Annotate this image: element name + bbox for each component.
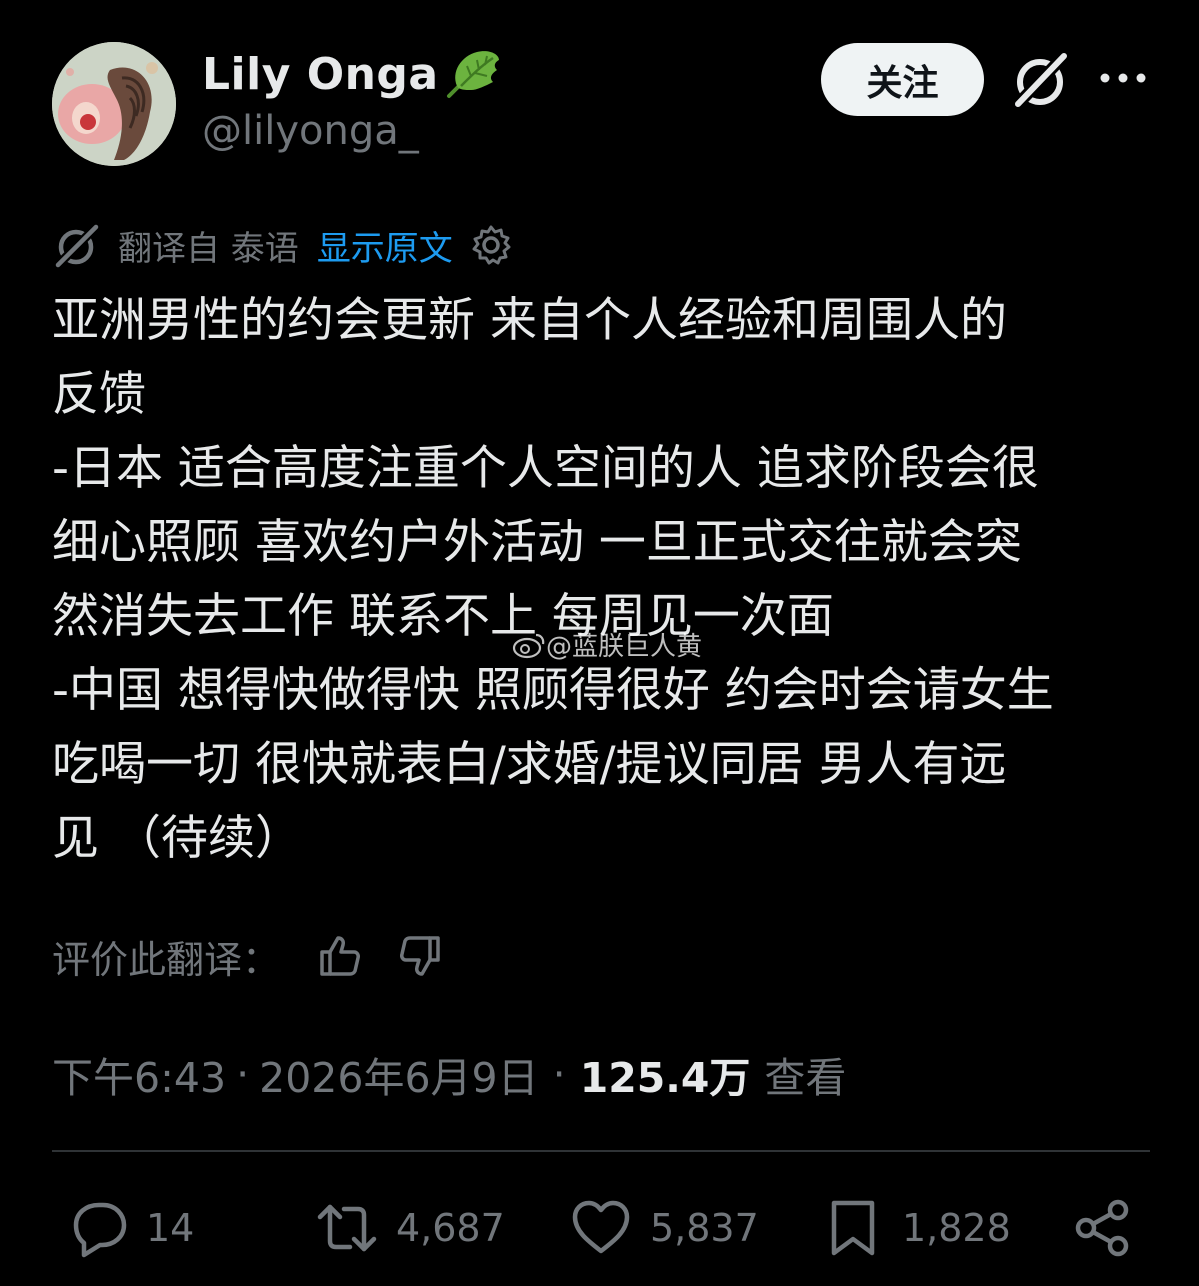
meta-separator: · <box>236 1050 250 1098</box>
gear-icon[interactable] <box>469 223 513 267</box>
display-name[interactable]: Lily Onga <box>202 49 439 100</box>
user-handle[interactable]: @lilyonga_ <box>202 108 419 154</box>
leaf-icon <box>446 51 499 98</box>
tweet-text: 亚洲男性的约会更新 来自个人经验和周围人的 反馈 -日本 适合高度注重个人空间的… <box>52 293 1054 866</box>
reply-button[interactable]: 14 <box>66 1190 194 1266</box>
thumbs-down-icon[interactable] <box>396 932 444 980</box>
grok-translate-icon <box>52 223 100 269</box>
name-row: Lily Onga <box>202 44 503 104</box>
watermark: @蓝朕巨人黄 <box>512 626 702 663</box>
heart-icon <box>572 1200 630 1254</box>
reply-count: 14 <box>146 1206 195 1250</box>
like-button[interactable]: 5,837 <box>570 1190 759 1266</box>
watermark-text: @蓝朕巨人黄 <box>546 632 703 662</box>
meta-separator: · <box>552 1050 566 1098</box>
thumbs-up-icon[interactable] <box>316 932 364 980</box>
share-button[interactable] <box>1072 1190 1134 1266</box>
action-bar: 14 4,687 5,837 1,828 <box>0 1190 1199 1266</box>
repost-icon <box>317 1204 377 1252</box>
post-date[interactable]: 2026年6月9日 <box>259 1044 539 1104</box>
tweet-meta: 下午6:43 · 2026年6月9日 · 125.4万 查看 <box>52 1044 846 1104</box>
reply-icon <box>73 1202 127 1258</box>
repost-button[interactable]: 4,687 <box>316 1190 505 1266</box>
grok-icon[interactable] <box>1008 48 1072 112</box>
divider <box>52 1150 1150 1152</box>
avatar[interactable] <box>52 42 176 166</box>
share-icon <box>1075 1199 1129 1257</box>
translated-from-label: 翻译自 泰语 <box>118 228 299 269</box>
like-count: 5,837 <box>650 1206 759 1250</box>
views-count[interactable]: 125.4万 <box>580 1044 751 1104</box>
post-time[interactable]: 下午6:43 <box>52 1044 226 1104</box>
bookmark-icon <box>831 1200 875 1256</box>
rate-translation: 评价此翻译： <box>52 928 444 984</box>
bookmark-button[interactable]: 1,828 <box>822 1190 1011 1266</box>
translation-bar: 翻译自 泰语 显示原文 <box>52 218 513 272</box>
bookmark-count: 1,828 <box>902 1206 1011 1250</box>
rate-translation-label: 评价此翻译： <box>52 937 281 982</box>
show-original-link[interactable]: 显示原文 <box>317 221 453 270</box>
follow-button[interactable]: 关注 <box>821 43 984 116</box>
tweet-header: Lily Onga @lilyonga_ 关注 <box>0 0 1199 190</box>
views-label: 查看 <box>764 1054 847 1102</box>
more-options-icon[interactable] <box>1098 68 1148 88</box>
repost-count: 4,687 <box>396 1206 505 1250</box>
weibo-icon <box>512 633 545 658</box>
